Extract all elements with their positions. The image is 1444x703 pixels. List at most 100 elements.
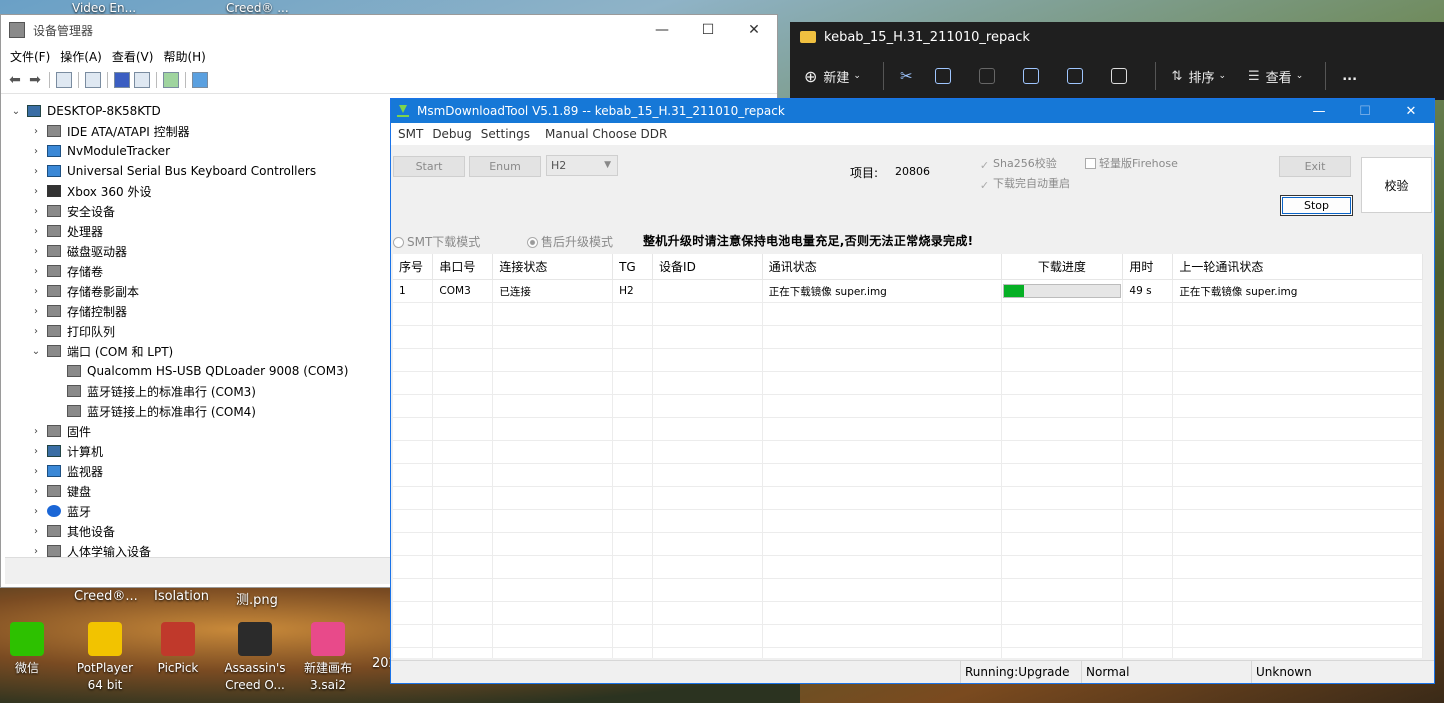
table-row[interactable] xyxy=(393,624,1423,648)
tree-item[interactable]: › IDE ATA/ATAPI 控制器 xyxy=(5,121,391,141)
tree-item[interactable]: › Universal Serial Bus Keyboard Controlle… xyxy=(5,161,391,181)
display-device-icon[interactable] xyxy=(192,72,208,88)
tree-item[interactable]: › 人体学输入设备 xyxy=(5,541,391,557)
taskbar-tab-video[interactable]: Video En... xyxy=(72,1,136,15)
expand-chevron-icon[interactable]: › xyxy=(29,206,43,217)
menu-settings[interactable]: Settings xyxy=(477,127,535,141)
tree-item[interactable]: 蓝牙链接上的标准串行 (COM4) xyxy=(5,401,391,421)
tree-item[interactable]: › 打印队列 xyxy=(5,321,391,341)
table-row[interactable] xyxy=(393,601,1423,625)
collapse-chevron-icon[interactable]: ⌄ xyxy=(9,106,23,117)
smt-mode-radio[interactable]: SMT下载模式 xyxy=(393,233,480,250)
tree-item[interactable]: › 存储卷影副本 xyxy=(5,281,391,301)
tree-item[interactable]: › 固件 xyxy=(5,421,391,441)
table-row[interactable] xyxy=(393,348,1423,372)
share-button[interactable] xyxy=(1066,68,1089,84)
taskbar-tab-creed[interactable]: Creed® ... xyxy=(226,1,289,15)
expand-chevron-icon[interactable]: › xyxy=(29,326,43,337)
new-button[interactable]: ⊕ 新建 ⌄ xyxy=(804,67,861,86)
expand-chevron-icon[interactable]: › xyxy=(29,266,43,277)
expand-chevron-icon[interactable]: › xyxy=(29,466,43,477)
cut-button[interactable]: ✂ xyxy=(900,67,913,85)
expand-chevron-icon[interactable]: › xyxy=(29,166,43,177)
expand-chevron-icon[interactable]: › xyxy=(29,546,43,557)
desktop-label-png[interactable]: 测.png xyxy=(236,589,278,608)
table-row[interactable] xyxy=(393,532,1423,556)
collapse-chevron-icon[interactable]: ⌄ xyxy=(29,346,43,357)
show-hide-tree-icon[interactable] xyxy=(56,72,72,88)
exit-button[interactable]: Exit xyxy=(1279,156,1351,177)
enum-button[interactable]: Enum xyxy=(469,156,541,177)
properties-icon[interactable] xyxy=(85,72,101,88)
potplayer-shortcut[interactable]: PotPlayer 64 bit xyxy=(70,622,140,694)
tree-item[interactable]: › 蓝牙 xyxy=(5,501,391,521)
verify-button[interactable]: 校验 xyxy=(1361,157,1432,213)
tree-item[interactable]: › 存储控制器 xyxy=(5,301,391,321)
table-row[interactable] xyxy=(393,325,1423,349)
table-row[interactable] xyxy=(393,463,1423,487)
more-options-button[interactable]: ... xyxy=(1342,69,1357,84)
aftersale-mode-radio[interactable]: 售后升级模式 xyxy=(527,233,613,250)
table-row[interactable]: 1 COM3 已连接 H2 正在下载镜像 super.img 49 s 正在下载镜像 sup… xyxy=(393,279,1423,303)
maximize-button[interactable]: ☐ xyxy=(685,15,731,45)
sort-button[interactable]: ⇅ 排序 ⌄ xyxy=(1172,67,1226,86)
forward-arrow-icon[interactable]: ➡ xyxy=(26,72,44,88)
back-arrow-icon[interactable]: ⬅ xyxy=(6,72,24,88)
tree-item[interactable]: ⌄ 端口 (COM 和 LPT) xyxy=(5,341,391,361)
close-button[interactable]: ✕ xyxy=(731,15,777,45)
expand-chevron-icon[interactable]: › xyxy=(29,446,43,457)
table-row[interactable] xyxy=(393,302,1423,326)
col-tg[interactable]: TG xyxy=(612,254,654,280)
light-firehose-checkbox[interactable]: 轻量版Firehose xyxy=(1085,155,1178,171)
table-row[interactable] xyxy=(393,417,1423,441)
update-driver-icon[interactable] xyxy=(134,72,150,88)
expand-chevron-icon[interactable]: › xyxy=(29,286,43,297)
tree-item[interactable]: ⌄ DESKTOP-8K58KTD xyxy=(5,101,391,121)
scan-hardware-icon[interactable] xyxy=(163,72,179,88)
menu-smt[interactable]: SMT xyxy=(394,127,428,141)
tree-item[interactable]: 蓝牙链接上的标准串行 (COM3) xyxy=(5,381,391,401)
assassins-creed-shortcut[interactable]: Assassin's Creed O... xyxy=(223,622,287,694)
stop-button[interactable]: Stop xyxy=(1280,195,1353,216)
table-row[interactable] xyxy=(393,486,1423,510)
delete-button[interactable] xyxy=(1110,68,1133,84)
menu-manual-choose-ddr[interactable]: Manual Choose DDR xyxy=(541,127,672,141)
table-row[interactable] xyxy=(393,509,1423,533)
expand-chevron-icon[interactable]: › xyxy=(29,526,43,537)
msm-close-button[interactable]: ✕ xyxy=(1388,99,1434,123)
tree-item[interactable]: Qualcomm HS-USB QDLoader 9008 (COM3) xyxy=(5,361,391,381)
msm-minimize-button[interactable]: — xyxy=(1296,99,1342,123)
table-row[interactable] xyxy=(393,394,1423,418)
expand-chevron-icon[interactable]: › xyxy=(29,486,43,497)
expand-chevron-icon[interactable]: › xyxy=(29,426,43,437)
tree-item[interactable]: › 磁盘驱动器 xyxy=(5,241,391,261)
expand-chevron-icon[interactable]: › xyxy=(29,146,43,157)
tree-item[interactable]: › Xbox 360 外设 xyxy=(5,181,391,201)
tree-item[interactable]: › 处理器 xyxy=(5,221,391,241)
tree-item[interactable]: › 键盘 xyxy=(5,481,391,501)
tree-item[interactable]: › 监视器 xyxy=(5,461,391,481)
expand-chevron-icon[interactable]: › xyxy=(29,226,43,237)
model-select[interactable]: H2 ▼ xyxy=(546,155,618,176)
msm-maximize-button[interactable]: ☐ xyxy=(1342,99,1388,123)
start-button[interactable]: Start xyxy=(393,156,465,177)
col-comm-status[interactable]: 通讯状态 xyxy=(762,254,1003,280)
menu-action[interactable]: 操作(A) xyxy=(55,48,107,65)
desktop-label-creed[interactable]: Creed®... xyxy=(74,589,138,604)
sai2-file[interactable]: 新建画布 3.sai2 xyxy=(296,622,360,694)
expand-chevron-icon[interactable]: › xyxy=(29,306,43,317)
auto-reboot-checkbox[interactable]: ✓ 下载完自动重启 xyxy=(979,175,1070,191)
minimize-button[interactable]: — xyxy=(639,15,685,45)
menu-debug[interactable]: Debug xyxy=(428,127,476,141)
tree-item[interactable]: › NvModuleTracker xyxy=(5,141,391,161)
menu-help[interactable]: 帮助(H) xyxy=(158,48,210,65)
table-row[interactable] xyxy=(393,555,1423,579)
col-last-status[interactable]: 上一轮通讯状态 xyxy=(1172,254,1423,280)
desktop-label-isolation[interactable]: Isolation xyxy=(154,589,209,604)
expand-chevron-icon[interactable]: › xyxy=(29,246,43,257)
col-time[interactable]: 用时 xyxy=(1122,254,1174,280)
col-port[interactable]: 串口号 xyxy=(432,254,494,280)
col-device-id[interactable]: 设备ID xyxy=(652,254,763,280)
tree-item[interactable]: › 其他设备 xyxy=(5,521,391,541)
expand-chevron-icon[interactable]: › xyxy=(29,186,43,197)
